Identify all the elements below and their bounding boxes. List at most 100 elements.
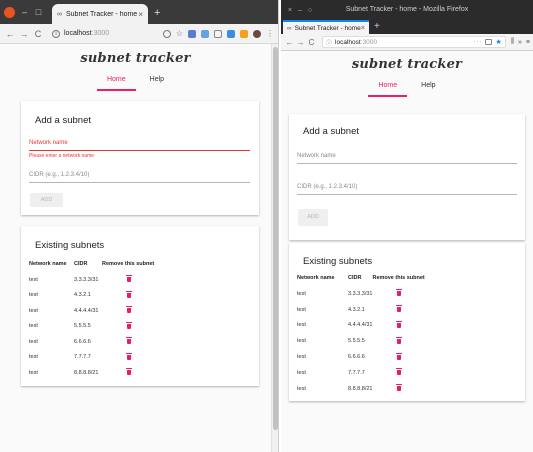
- tab-close-icon[interactable]: ×: [138, 10, 143, 19]
- table-row: test 6.6.6.6: [29, 334, 154, 350]
- delete-subnet-trash-icon[interactable]: [126, 321, 132, 329]
- address-bar[interactable]: i localhost :3000: [52, 29, 163, 38]
- chrome-toolbar: ← → C i localhost :3000 ☆ ⋮: [0, 24, 278, 44]
- nav-tab-help[interactable]: Help: [411, 78, 445, 97]
- reload-button[interactable]: C: [32, 29, 44, 39]
- subnet-remove-cell: [102, 272, 154, 288]
- subnet-network-name: test: [29, 323, 38, 330]
- nav-tab-home[interactable]: Home: [368, 78, 408, 97]
- site-info-icon[interactable]: i: [52, 29, 60, 38]
- window-maximize-button[interactable]: □: [34, 7, 43, 17]
- extension-area: ☆ ⋮: [162, 29, 274, 38]
- subnet-network-name: test: [297, 290, 306, 297]
- delete-subnet-trash-icon[interactable]: [396, 305, 403, 313]
- firefox-tab-bar: ∞ Subnet Tracker - home × +: [281, 20, 533, 34]
- delete-subnet-trash-icon[interactable]: [126, 352, 132, 360]
- back-button[interactable]: ←: [284, 38, 295, 47]
- browser-tab-subnet-tracker[interactable]: ∞ Subnet Tracker - home ×: [283, 20, 369, 34]
- firefox-toolbar: ← → C ⓘ localhost :3000 ··· ★ ⫼ » ≡: [281, 34, 533, 51]
- subnet-remove-cell: [102, 303, 154, 319]
- table-header-row: Network name CIDR Remove this subnet: [297, 275, 425, 286]
- forward-button[interactable]: →: [295, 38, 306, 47]
- network-name-label: Network name: [297, 153, 336, 159]
- delete-subnet-trash-icon[interactable]: [396, 368, 403, 376]
- site-info-icon[interactable]: ⓘ: [326, 38, 332, 47]
- network-name-field[interactable]: Network name Please enter a network name: [29, 140, 250, 159]
- firefox-page-content: subnet tracker Home Help Add a subnet Ne…: [281, 51, 533, 452]
- bookmark-star-icon[interactable]: ☆: [176, 29, 183, 38]
- nav-tab-help[interactable]: Help: [140, 72, 174, 91]
- profile-avatar-icon[interactable]: [253, 29, 261, 38]
- desktop: – □ ∞ Subnet Tracker - home × + ← → C i …: [0, 0, 533, 452]
- page-scrollbar[interactable]: [271, 44, 278, 452]
- network-name-field[interactable]: Network name: [297, 153, 517, 164]
- menu-kebab-icon[interactable]: ⋮: [266, 29, 274, 38]
- delete-subnet-trash-icon[interactable]: [396, 384, 403, 392]
- extension-blue-icon[interactable]: [227, 29, 235, 38]
- cidr-field[interactable]: CIDR (e.g., 1.2.3.4/10): [29, 172, 250, 183]
- subnets-table: Network name CIDR Remove this subnet tes…: [297, 275, 425, 397]
- network-name-underline: [29, 150, 250, 151]
- subnet-network-name: test: [297, 369, 306, 376]
- tab-close-icon[interactable]: ×: [361, 25, 365, 32]
- subnet-network-name: test: [29, 338, 38, 345]
- address-bar[interactable]: ⓘ localhost :3000 ··· ★: [322, 36, 506, 48]
- extension-outline-icon[interactable]: [214, 29, 222, 38]
- page-actions-icon[interactable]: ···: [473, 39, 482, 45]
- delete-subnet-trash-icon[interactable]: [126, 290, 132, 298]
- extension-circle-icon[interactable]: [162, 29, 171, 38]
- delete-subnet-trash-icon[interactable]: [396, 289, 403, 297]
- scrollbar-thumb[interactable]: [273, 47, 278, 430]
- new-tab-button[interactable]: +: [374, 20, 380, 34]
- delete-subnet-trash-icon[interactable]: [396, 320, 403, 328]
- cidr-field[interactable]: CIDR (e.g., 1.2.3.4/10): [297, 184, 517, 195]
- delete-subnet-trash-icon[interactable]: [126, 368, 132, 376]
- subnet-remove-cell: [372, 381, 424, 397]
- subnet-network-name: test: [297, 338, 306, 345]
- new-tab-button[interactable]: +: [154, 7, 160, 19]
- subnet-tracker-favicon-icon: ∞: [57, 10, 62, 18]
- extension-orange-icon[interactable]: [240, 29, 248, 38]
- existing-subnets-title: Existing subnets: [303, 256, 373, 267]
- table-row: test 7.7.7.7: [297, 365, 425, 381]
- chrome-window: – □ ∞ Subnet Tracker - home × + ← → C i …: [0, 0, 279, 452]
- add-subnet-title: Add a subnet: [35, 115, 91, 126]
- header-network-name: Network name: [29, 261, 67, 267]
- app-header: subnet tracker Home Help: [281, 51, 533, 97]
- window-close-button[interactable]: [4, 6, 15, 18]
- delete-subnet-trash-icon[interactable]: [126, 337, 132, 345]
- subnet-network-name: test: [29, 292, 38, 299]
- subnet-cidr: 4.3.2.1: [74, 292, 91, 299]
- subnet-network-name: test: [297, 306, 306, 313]
- header-cidr: CIDR: [74, 261, 88, 267]
- tab-title: Subnet Tracker - home: [66, 10, 138, 18]
- extension-window-icon[interactable]: [201, 29, 209, 38]
- existing-subnets-title: Existing subnets: [35, 240, 105, 251]
- delete-subnet-trash-icon[interactable]: [396, 352, 403, 360]
- back-button[interactable]: ←: [4, 29, 16, 39]
- chrome-title-bar: – □ ∞ Subnet Tracker - home × +: [0, 0, 278, 24]
- delete-subnet-trash-icon[interactable]: [126, 275, 132, 283]
- pocket-icon[interactable]: [485, 39, 493, 45]
- delete-subnet-trash-icon[interactable]: [126, 306, 132, 314]
- header-network-name: Network name: [297, 275, 335, 281]
- reload-button[interactable]: C: [306, 38, 317, 47]
- subnet-cidr: 5.5.5.5: [348, 338, 365, 345]
- hamburger-menu-icon[interactable]: ≡: [526, 39, 530, 46]
- overflow-icon[interactable]: »: [518, 39, 522, 46]
- extension-image-icon[interactable]: [188, 29, 196, 38]
- browser-tab-subnet-tracker[interactable]: ∞ Subnet Tracker - home ×: [52, 4, 148, 24]
- bookmark-star-icon[interactable]: ★: [495, 38, 501, 46]
- window-minimize-button[interactable]: –: [20, 7, 29, 17]
- app-nav: Home Help: [0, 72, 271, 91]
- library-icon[interactable]: ⫼: [511, 38, 514, 46]
- subnet-cidr: 4.4.4.4/31: [74, 307, 99, 314]
- add-button[interactable]: ADD: [30, 193, 63, 207]
- add-subnet-card: Add a subnet Network name CIDR (e.g., 1.…: [289, 114, 525, 240]
- add-button[interactable]: ADD: [298, 209, 328, 226]
- nav-tab-home[interactable]: Home: [96, 72, 136, 91]
- forward-button[interactable]: →: [18, 29, 30, 39]
- subnet-cidr: 7.7.7.7: [74, 354, 91, 361]
- delete-subnet-trash-icon[interactable]: [396, 336, 403, 344]
- app-logo: subnet tracker: [80, 51, 191, 66]
